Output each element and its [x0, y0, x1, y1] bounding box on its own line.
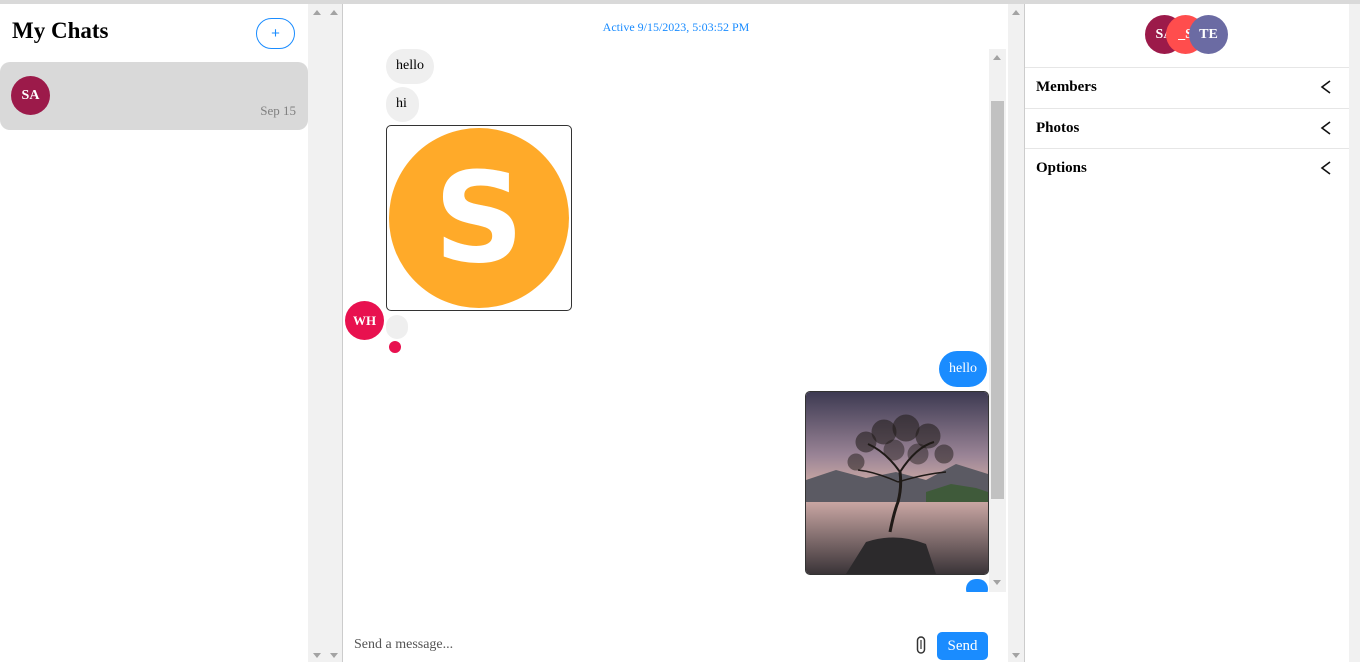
message-composer: Send — [343, 628, 1009, 662]
chevron-left-icon — [1320, 80, 1331, 94]
sender-avatar: WH — [345, 301, 384, 340]
new-chat-button[interactable]: + — [256, 18, 295, 49]
conversation-panel: Active 9/15/2023, 5:03:52 PM hello hi S … — [342, 4, 1008, 662]
typing-indicator-dot — [389, 341, 401, 353]
chevron-left-icon — [1320, 121, 1331, 135]
chat-details-panel: SA _S TE Members Photos Options — [1024, 4, 1350, 662]
scroll-down-arrow-icon[interactable] — [330, 653, 338, 658]
accordion-options-label: Options — [1036, 160, 1087, 176]
message-bubble-outgoing: hello — [939, 351, 987, 387]
message-bubble-incoming: hi — [386, 87, 419, 122]
chat-list-panel: My Chats + SA Sep 15 — [0, 4, 308, 662]
details-panel-scrollbar[interactable] — [1349, 4, 1360, 662]
chevron-left-icon — [1320, 161, 1331, 175]
scroll-up-arrow-icon[interactable] — [330, 10, 338, 15]
accordion-photos-label: Photos — [1036, 120, 1080, 136]
lake-tree-image — [806, 392, 988, 574]
accordion-members-label: Members — [1036, 79, 1097, 95]
scroll-up-arrow-icon[interactable] — [993, 55, 1001, 60]
message-image-incoming[interactable]: S — [386, 125, 572, 311]
message-bubble-incoming: hello — [386, 49, 434, 84]
scroll-up-arrow-icon[interactable] — [1012, 10, 1020, 15]
chat-list-item[interactable]: SA Sep 15 — [0, 62, 308, 130]
scroll-down-arrow-icon[interactable] — [1012, 653, 1020, 658]
accordion-photos[interactable]: Photos — [1025, 108, 1350, 149]
chat-list-scrollbar[interactable] — [308, 4, 342, 662]
message-bubble-outgoing-partial — [966, 579, 988, 592]
member-avatar: TE — [1189, 15, 1228, 54]
message-list[interactable]: hello hi S WH hello — [343, 49, 989, 592]
message-scrollbar[interactable] — [989, 49, 1006, 592]
send-button[interactable]: Send — [937, 632, 988, 660]
s-logo-letter: S — [434, 146, 524, 291]
conversation-panel-scrollbar[interactable] — [1008, 4, 1024, 662]
chat-list-title: My Chats — [12, 18, 109, 43]
paperclip-icon[interactable] — [916, 636, 926, 654]
s-logo-image: S — [389, 128, 569, 308]
chat-avatar: SA — [11, 76, 50, 115]
scroll-up-arrow-icon[interactable] — [313, 10, 321, 15]
active-status: Active 9/15/2023, 5:03:52 PM — [602, 20, 750, 34]
accordion-options[interactable]: Options — [1025, 148, 1350, 189]
scroll-down-arrow-icon[interactable] — [993, 580, 1001, 585]
scroll-down-arrow-icon[interactable] — [313, 653, 321, 658]
message-input[interactable] — [354, 634, 914, 656]
chat-date: Sep 15 — [260, 103, 296, 118]
message-image-outgoing[interactable] — [805, 391, 989, 575]
accordion-members[interactable]: Members — [1025, 67, 1350, 108]
scrollbar-thumb[interactable] — [991, 101, 1004, 499]
message-bubble-incoming — [386, 315, 408, 339]
